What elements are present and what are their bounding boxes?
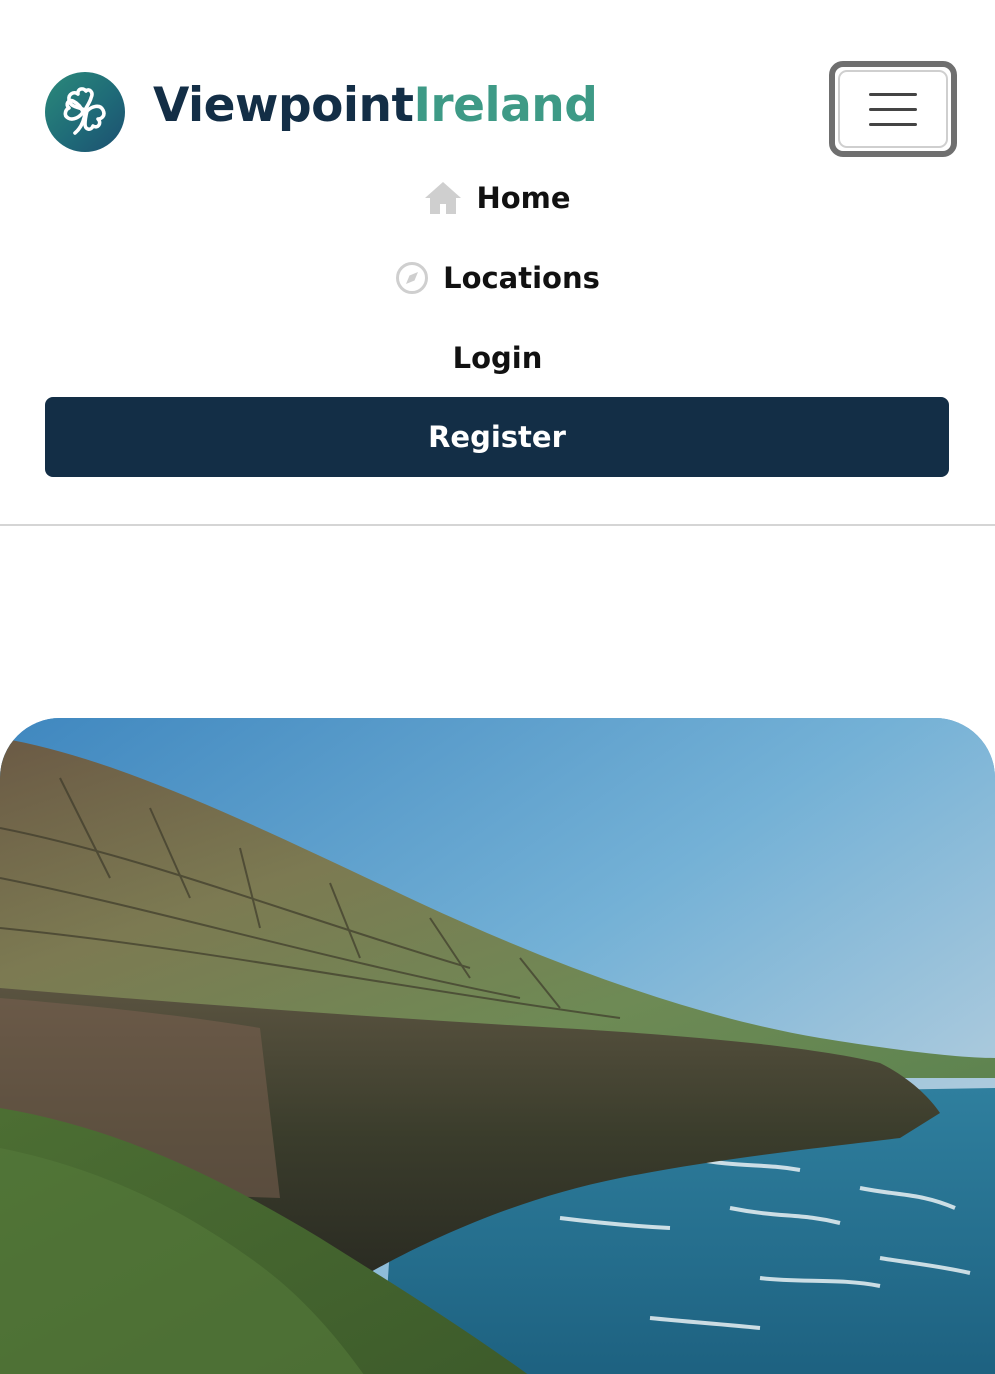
hamburger-bar bbox=[869, 122, 917, 126]
register-button-label: Register bbox=[428, 420, 566, 454]
brand-name-primary: Viewpoint bbox=[153, 78, 414, 133]
nav-item-login[interactable]: Login bbox=[0, 328, 995, 388]
brand-name-accent: Ireland bbox=[413, 78, 598, 133]
hamburger-menu-icon bbox=[838, 70, 948, 148]
shamrock-logo-icon[interactable] bbox=[45, 72, 125, 152]
nav-item-home[interactable]: Home bbox=[0, 168, 995, 228]
register-button[interactable]: Register bbox=[45, 397, 949, 477]
home-icon bbox=[424, 181, 462, 215]
page: ViewpointIreland Home Locations Login Re… bbox=[0, 0, 995, 1374]
hamburger-bar bbox=[869, 92, 917, 96]
compass-icon bbox=[395, 261, 429, 295]
nav-item-login-label: Login bbox=[452, 341, 543, 375]
nav-item-home-label: Home bbox=[476, 181, 571, 215]
shamrock-icon bbox=[63, 87, 106, 135]
coastal-cliffs-photo bbox=[0, 718, 995, 1374]
menu-toggle-button[interactable] bbox=[829, 61, 957, 157]
header-divider bbox=[0, 524, 995, 526]
hamburger-bar bbox=[869, 107, 917, 111]
brand-name[interactable]: ViewpointIreland bbox=[153, 76, 598, 136]
nav-item-locations-label: Locations bbox=[443, 261, 600, 295]
nav-item-locations[interactable]: Locations bbox=[0, 248, 995, 308]
hero-image bbox=[0, 718, 995, 1374]
